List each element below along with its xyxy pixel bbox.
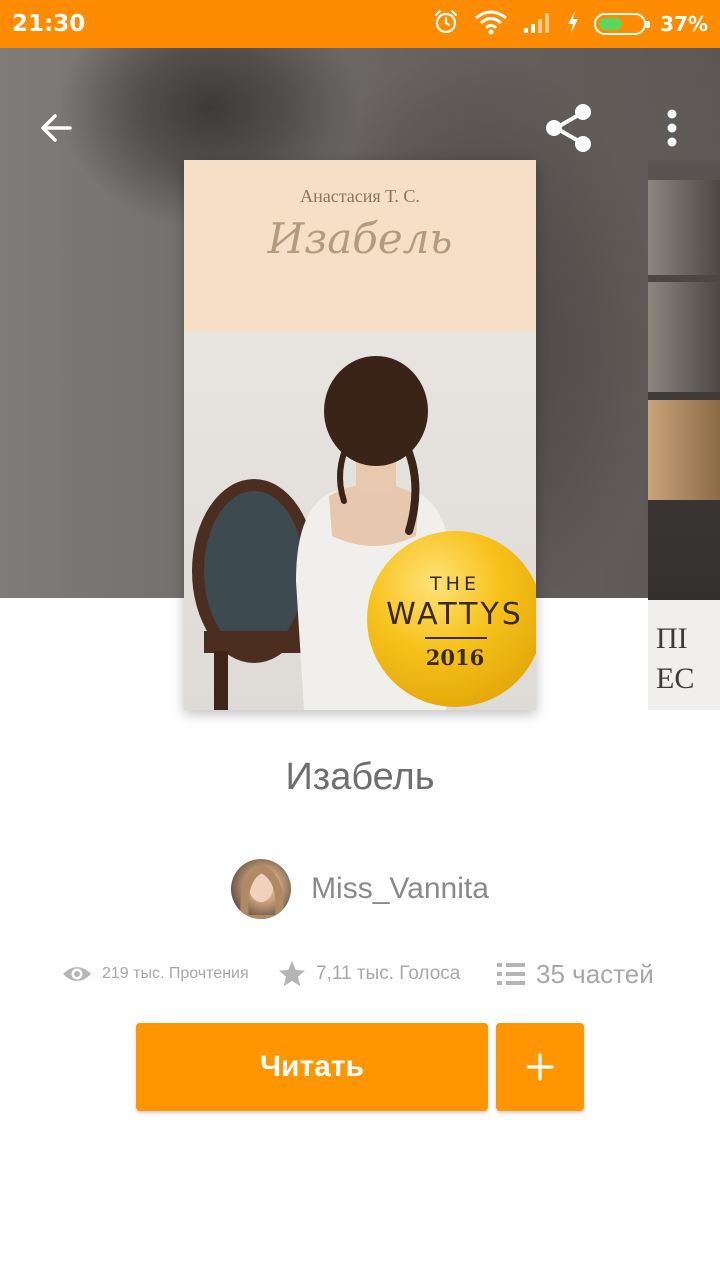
badge-wattys: WATTYS [386,597,524,632]
battery-icon [594,13,651,35]
status-time: 21:30 [12,11,86,37]
back-button[interactable] [28,100,84,156]
book-title: Изабель [285,756,435,798]
cover-title: Изабель [267,214,453,263]
status-icons: 37% [432,9,708,39]
charging-icon [566,10,580,39]
author-avatar[interactable] [231,859,292,919]
star-icon [279,961,305,986]
list-icon [497,963,525,985]
cover-header: Анастасия Т. С. Изабель [184,160,536,331]
wifi-icon [474,9,508,40]
share-icon [546,104,591,152]
eye-icon [63,967,91,981]
stats-row: 219 тыс. Прочтения 7,11 тыс. Голоса 35 ч… [0,952,720,996]
reads-count: 219 тыс. Прочтения [102,965,249,982]
author-name[interactable]: Miss_Vannita [311,872,489,906]
add-to-library-button[interactable] [496,1023,584,1111]
signal-icon [522,10,552,39]
parts-count: 35 частей [536,958,654,989]
alarm-icon [432,8,460,41]
more-vertical-icon [667,109,677,147]
next-book-cover[interactable]: ПІ ЕС [648,160,720,710]
badge-the: THE [430,573,480,595]
cover-author: Анастасия Т. С. [300,186,420,206]
votes-stat: 7,11 тыс. Голоса [278,952,460,996]
badge-year: 2016 [425,645,485,670]
read-button-label: Читать [259,1050,365,1083]
more-options-button[interactable] [644,100,700,156]
reads-stat: 219 тыс. Прочтения [62,952,249,996]
wattys-badge: THE WATTYS 2016 [367,531,536,707]
battery-percent: 37% [660,12,708,36]
read-button[interactable]: Читать [136,1023,488,1111]
arrow-left-icon [41,114,72,142]
status-bar: 21:30 37% [0,0,720,48]
book-cover[interactable]: Анастасия Т. С. Изабель THE WATTYS 2016 [184,160,536,710]
next-cover-text-1: ПІ [656,622,688,655]
share-button[interactable] [540,100,596,156]
plus-icon [526,1053,554,1081]
battery-fill [599,18,623,30]
parts-stat: 35 частей [496,952,654,996]
author-row[interactable]: Miss_Vannita [0,858,720,920]
votes-count: 7,11 тыс. Голоса [316,963,461,984]
next-cover-text-2: ЕС [656,662,695,695]
